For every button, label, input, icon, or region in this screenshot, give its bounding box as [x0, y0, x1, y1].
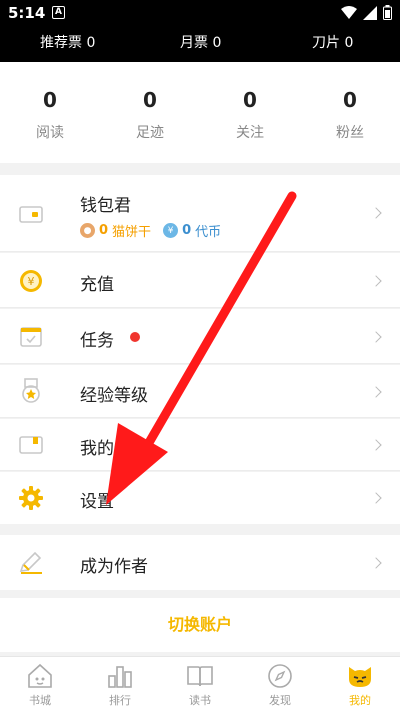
- menu-item-card-pack[interactable]: 我的卡包: [0, 419, 400, 471]
- monthly-ticket-count[interactable]: 月票 0: [180, 32, 221, 52]
- stat-reading-label: 阅读: [36, 125, 64, 141]
- wallet-label: 钱包君: [80, 196, 131, 216]
- catcake-value: 0: [99, 223, 109, 238]
- status-icons: [341, 5, 392, 20]
- card-pack-icon: [18, 432, 44, 458]
- tab-reading[interactable]: 读书: [160, 663, 240, 708]
- stat-footprint-value: 0: [143, 88, 157, 112]
- tab-discover-label: 发现: [269, 694, 291, 707]
- catcake-icon: ●: [80, 223, 95, 238]
- gear-icon: [18, 485, 44, 511]
- battery-icon: [383, 5, 392, 20]
- catcake-label: 猫饼干: [112, 225, 152, 240]
- stat-reading[interactable]: 0 阅读: [0, 88, 100, 142]
- become-author-label: 成为作者: [80, 557, 148, 577]
- svg-text:¥: ¥: [28, 275, 35, 288]
- chevron-right-icon: [370, 207, 382, 219]
- token-coin-icon: ¥: [163, 223, 179, 238]
- token-value: 0: [182, 223, 192, 238]
- chevron-right-icon: [370, 439, 382, 451]
- wallet-balances: ● 0 猫饼干 ¥ 0 代币: [80, 221, 221, 240]
- stat-footprint[interactable]: 0 足迹: [100, 88, 200, 142]
- bottom-tab-bar: 书城 排行 读书 发现 我的: [0, 656, 400, 712]
- chevron-right-icon: [370, 386, 382, 398]
- ticket-bar: 推荐票 0 月票 0 刀片 0: [0, 26, 400, 62]
- calendar-check-icon: [18, 324, 44, 350]
- stat-fans-value: 0: [343, 88, 357, 112]
- stat-following-label: 关注: [236, 125, 264, 141]
- menu-item-become-author[interactable]: 成为作者: [0, 535, 400, 590]
- book-icon: [160, 663, 240, 689]
- chevron-right-icon: [370, 557, 382, 569]
- tasks-notification-dot: [130, 332, 140, 342]
- switch-account-button[interactable]: 切换账户: [0, 598, 400, 652]
- stat-following[interactable]: 0 关注: [200, 88, 300, 142]
- notification-a-icon: A: [52, 6, 65, 19]
- tasks-label: 任务: [80, 331, 114, 351]
- chevron-right-icon: [370, 331, 382, 343]
- tab-bookstore[interactable]: 书城: [0, 663, 80, 708]
- stat-fans-label: 粉丝: [336, 125, 364, 141]
- pencil-icon: [18, 550, 44, 576]
- menu-item-level[interactable]: 经验等级: [0, 365, 400, 418]
- tab-reading-label: 读书: [189, 694, 211, 707]
- cat-face-icon: [320, 663, 400, 689]
- card-pack-label: 我的卡包: [80, 439, 148, 459]
- compass-icon: [240, 663, 320, 689]
- menu-item-recharge[interactable]: ¥ 充值: [0, 253, 400, 308]
- medal-icon: [18, 378, 44, 404]
- stat-footprint-label: 足迹: [136, 125, 164, 141]
- tab-mine[interactable]: 我的: [320, 663, 400, 708]
- wifi-icon: [341, 5, 357, 19]
- signal-icon: [363, 5, 377, 20]
- recharge-label: 充值: [80, 275, 114, 295]
- settings-label: 设置: [80, 492, 114, 512]
- ranking-icon: [80, 663, 160, 689]
- menu-item-wallet[interactable]: 钱包君 ● 0 猫饼干 ¥ 0 代币: [0, 175, 400, 252]
- recommend-ticket-count[interactable]: 推荐票 0: [40, 32, 95, 52]
- stat-reading-value: 0: [43, 88, 57, 112]
- tab-ranking[interactable]: 排行: [80, 663, 160, 708]
- menu-item-tasks[interactable]: 任务: [0, 309, 400, 364]
- stat-fans[interactable]: 0 粉丝: [300, 88, 400, 142]
- wallet-icon: [18, 201, 44, 227]
- stats-panel: 0 阅读 0 足迹 0 关注 0 粉丝: [0, 62, 400, 163]
- tab-bookstore-label: 书城: [29, 694, 51, 707]
- menu-item-settings[interactable]: 设置: [0, 472, 400, 524]
- tab-ranking-label: 排行: [109, 694, 131, 707]
- house-icon: [0, 663, 80, 689]
- chevron-right-icon: [370, 492, 382, 504]
- tab-mine-label: 我的: [349, 694, 371, 707]
- level-label: 经验等级: [80, 386, 148, 406]
- chevron-right-icon: [370, 275, 382, 287]
- recharge-coin-icon: ¥: [18, 268, 44, 294]
- blade-count[interactable]: 刀片 0: [312, 32, 353, 52]
- status-time: 5:14: [8, 4, 46, 22]
- token-label: 代币: [195, 225, 222, 240]
- stat-following-value: 0: [243, 88, 257, 112]
- status-bar: 5:14 A: [0, 0, 400, 26]
- tab-discover[interactable]: 发现: [240, 663, 320, 708]
